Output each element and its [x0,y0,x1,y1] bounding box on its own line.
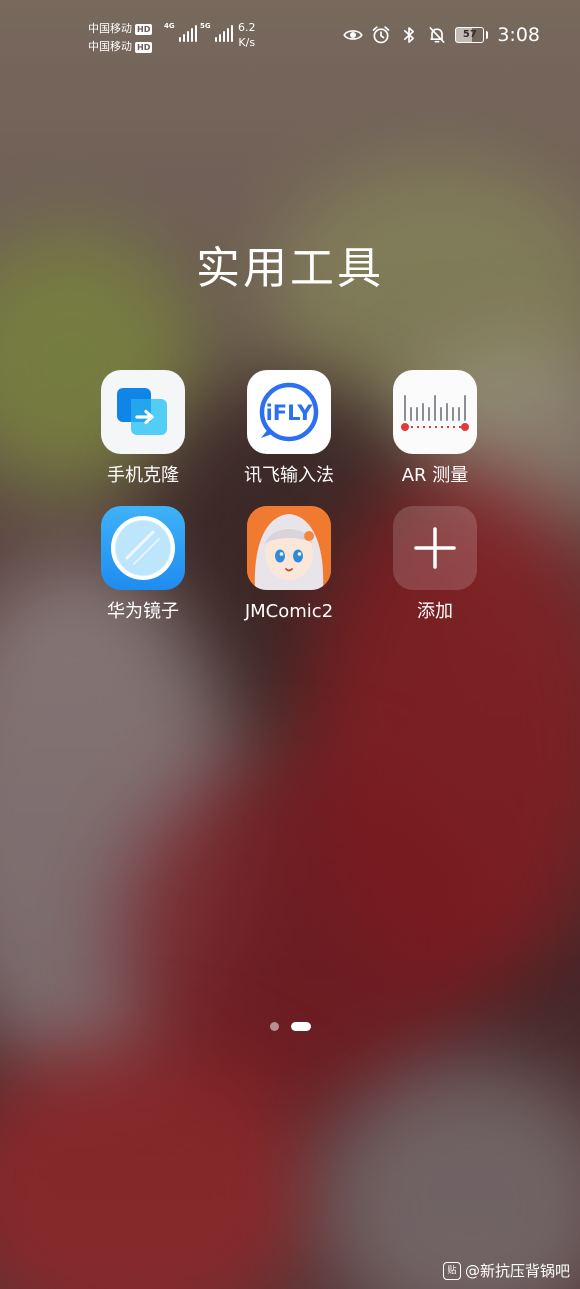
app-label: AR 测量 [401,465,469,486]
watermark: 贴 @新抗压背锅吧 [442,1260,570,1281]
battery-level: 57 [462,29,477,40]
app-add[interactable]: 添加 [362,506,508,624]
app-label: 添加 [417,601,453,622]
page-indicator [0,1022,580,1031]
status-bar: 中国移动 HD 中国移动 HD 4G 5G 6.2 K/s 57 3:08 [0,0,580,70]
app-phone-clone[interactable]: 手机克隆 [70,370,216,488]
network-type-label: 5G [200,22,211,30]
status-icons: 57 3:08 [343,24,540,46]
battery-icon: 57 [455,27,489,43]
ifly-icon[interactable]: iFLY [247,370,331,454]
bluetooth-icon [404,27,415,43]
network-type-label: 4G [164,22,175,30]
mute-icon [429,27,445,43]
app-jmcomic[interactable]: JMComic2 [216,506,362,624]
app-label: 讯飞输入法 [244,465,334,486]
carrier-1-label: 中国移动 [88,22,132,35]
speed-unit: K/s [238,36,256,49]
speed-value: 6.2 [238,21,256,34]
hd-badge: HD [135,23,153,35]
add-icon[interactable] [393,506,477,590]
carrier-2-label: 中国移动 [88,40,132,53]
app-label: 手机克隆 [107,465,179,486]
phone-clone-icon[interactable] [101,370,185,454]
tieba-logo-icon: 贴 [442,1261,461,1280]
app-grid: 手机克隆 iFLY 讯飞输入法 AR 测量 华为镜子 JMComic2 添加 [70,370,510,624]
app-mirror[interactable]: 华为镜子 [70,506,216,624]
signal-4g-icon: 4G [164,22,198,42]
page-dot-active[interactable] [290,1022,311,1031]
app-ar-measure[interactable]: AR 测量 [362,370,508,488]
ar-measure-icon[interactable] [393,370,477,454]
jmcomic-icon[interactable] [247,506,331,590]
carrier-info: 中国移动 HD 中国移动 HD [88,20,153,56]
app-ifly[interactable]: iFLY 讯飞输入法 [216,370,362,488]
signal-5g-icon: 5G [200,22,234,42]
app-label: JMComic2 [244,601,334,622]
mirror-icon[interactable] [101,506,185,590]
page-dot[interactable] [269,1022,279,1031]
wallpaper [0,0,580,1289]
eye-icon [343,30,364,40]
app-label: 华为镜子 [107,601,179,622]
alarm-icon [372,26,390,44]
ifly-logo-text: iFLY [266,401,314,425]
clock: 3:08 [497,24,540,46]
network-speed: 6.2 K/s [238,20,256,50]
hd-badge: HD [135,41,153,53]
folder-title[interactable]: 实用工具 [0,232,580,296]
watermark-text: @新抗压背锅吧 [464,1262,570,1280]
